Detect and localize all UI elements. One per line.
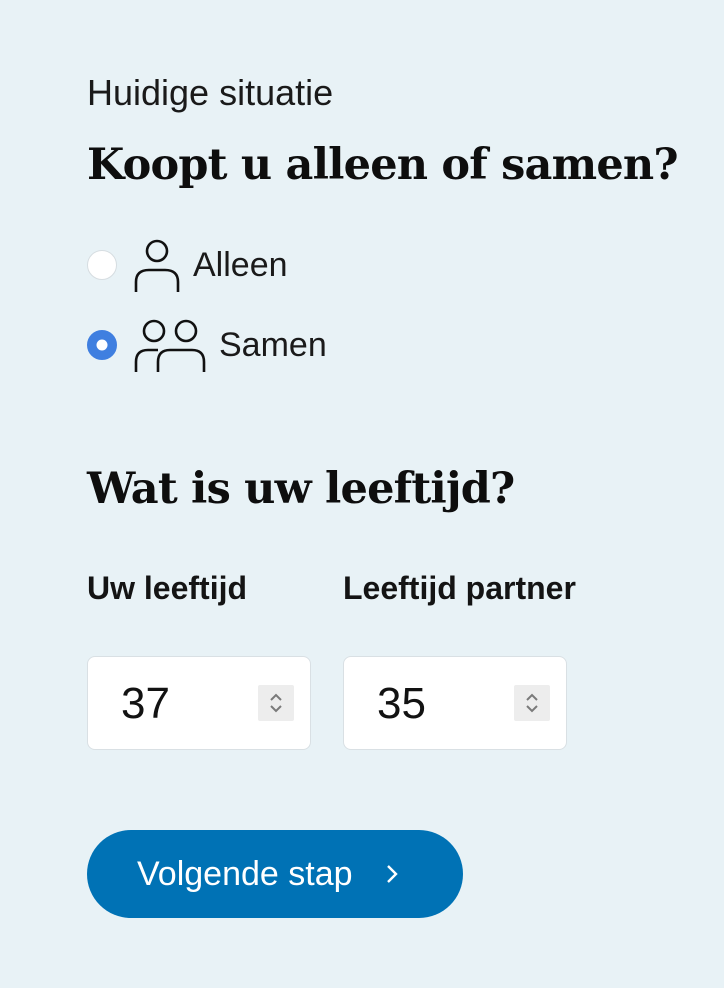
up-down-icon	[526, 693, 538, 713]
partner-age-stepper[interactable]	[514, 685, 550, 721]
radio-label-samen: Samen	[219, 325, 327, 364]
own-age-label: Uw leeftijd	[87, 570, 248, 606]
up-down-icon	[270, 693, 282, 713]
person-icon	[134, 239, 180, 292]
partner-age-input[interactable]: 35	[343, 656, 567, 750]
partner-age-value: 35	[377, 679, 426, 728]
radio-label-alleen: Alleen	[193, 245, 288, 284]
chevron-right-icon	[386, 865, 398, 883]
section-eyebrow: Huidige situatie	[87, 72, 334, 113]
own-age-stepper[interactable]	[258, 685, 294, 721]
radio-option-alleen[interactable]: Alleen	[87, 238, 288, 292]
own-age-input[interactable]: 37	[87, 656, 311, 750]
question-age-heading: Wat is uw leeftijd?	[87, 464, 515, 514]
radio-button-alleen[interactable]	[87, 250, 117, 280]
radio-button-samen[interactable]	[87, 330, 117, 360]
next-step-button[interactable]: Volgende stap	[87, 830, 463, 918]
partner-age-label: Leeftijd partner	[343, 570, 576, 606]
radio-option-samen[interactable]: Samen	[87, 318, 327, 372]
question-buying-heading: Koopt u alleen of samen?	[87, 140, 679, 190]
people-icon	[134, 319, 206, 372]
next-step-label: Volgende stap	[137, 854, 353, 893]
own-age-value: 37	[121, 679, 170, 728]
